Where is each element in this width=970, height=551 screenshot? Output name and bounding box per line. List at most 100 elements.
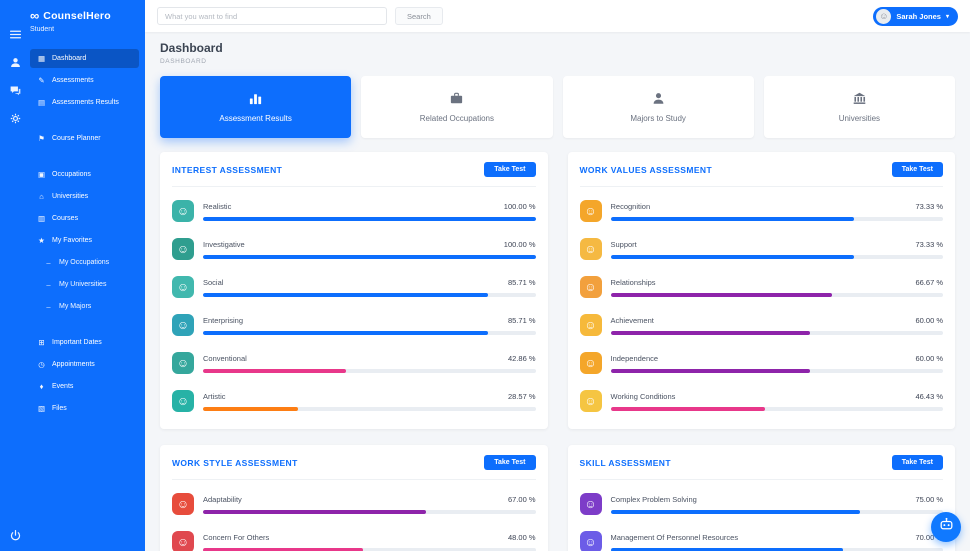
row-label: Working Conditions: [610, 392, 676, 401]
row-label: Concern For Others: [203, 533, 270, 542]
bar-chart-icon: [248, 91, 263, 108]
sidebar-item-my-occupations[interactable]: – My Occupations: [30, 253, 139, 272]
sidebar-item-courses[interactable]: ▥ Courses: [30, 209, 139, 228]
chatbot-fab-button[interactable]: [931, 512, 961, 542]
user-avatar: ☺: [876, 8, 892, 24]
row-value: 28.57 %: [507, 392, 536, 401]
sidebar-item-universities[interactable]: ⌂ Universities: [30, 187, 139, 206]
assessment-row: ☺ Social 85.71 %: [172, 269, 536, 307]
search-button[interactable]: Search: [395, 7, 443, 25]
row-label: Conventional: [203, 354, 247, 363]
assessment-row: ☺ Complex Problem Solving 75.00 %: [579, 486, 943, 524]
app-root: ∞ CounselHero Student ▦ Dashboard ✎ Asse…: [0, 0, 970, 551]
search-input[interactable]: [157, 7, 387, 25]
take-test-button[interactable]: Take Test: [484, 162, 536, 177]
topbar: Search ☺ Sarah Jones ▾: [145, 0, 970, 32]
logout-power-icon[interactable]: [9, 529, 22, 542]
row-value: 42.86 %: [507, 354, 536, 363]
star-icon: ★: [38, 236, 45, 245]
row-value: 100.00 %: [503, 240, 536, 249]
calendar-icon: ⊞: [38, 338, 45, 347]
assessment-row: ☺ Concern For Others 48.00 %: [172, 524, 536, 551]
row-avatar-icon: ☺: [172, 238, 194, 260]
assessment-row: ☺ Relationships 66.67 %: [579, 269, 943, 307]
tab-universities[interactable]: Universities: [763, 76, 955, 138]
assessment-row: ☺ Conventional 42.86 %: [172, 345, 536, 383]
row-avatar-icon: ☺: [579, 314, 602, 336]
sidebar-item-my-majors[interactable]: – My Majors: [30, 297, 139, 316]
assessment-row: ☺ Recognition 73.33 %: [579, 193, 943, 231]
progress-track: [203, 217, 536, 221]
tab-label: Assessment Results: [219, 114, 292, 123]
row-avatar-icon: ☺: [579, 493, 602, 515]
sidebar-item-my-favorites[interactable]: ★ My Favorites: [30, 231, 139, 250]
assessment-row: ☺ Working Conditions 46.43 %: [579, 383, 943, 421]
assessments-icon: ✎: [38, 76, 45, 85]
profile-icon[interactable]: [9, 56, 22, 69]
take-test-button[interactable]: Take Test: [484, 455, 536, 470]
row-label: Achievement: [610, 316, 654, 325]
course-planner-icon: ⚑: [38, 134, 45, 143]
tab-related-occupations[interactable]: Related Occupations: [361, 76, 553, 138]
sidebar-item-appointments[interactable]: ◷ Appointments: [30, 355, 139, 374]
skill-assessment-card: SKILL ASSESSMENT Take Test ☺ Complex Pro…: [567, 445, 955, 551]
tab-assessment-results[interactable]: Assessment Results: [160, 76, 352, 138]
progress-track: [203, 255, 536, 259]
progress-fill: [203, 293, 488, 297]
assessment-row: ☺ Support 73.33 %: [579, 231, 943, 269]
card-title: WORK VALUES ASSESSMENT: [579, 164, 713, 175]
card-title: SKILL ASSESSMENT: [579, 457, 671, 468]
assessment-row: ☺ Adaptability 67.00 %: [172, 486, 536, 524]
sidebar-item-course-planner[interactable]: ⚑ Course Planner: [30, 129, 139, 148]
menu-icon[interactable]: [9, 28, 22, 41]
sidebar-item-assessments[interactable]: ✎ Assessments: [30, 71, 139, 90]
progress-fill: [610, 293, 833, 297]
row-value: 67.00 %: [507, 495, 536, 504]
chat-icon[interactable]: [9, 84, 22, 97]
take-test-button[interactable]: Take Test: [891, 162, 943, 177]
universities-icon: ⌂: [39, 192, 44, 201]
sidebar-item-occupations[interactable]: ▣ Occupations: [30, 165, 139, 184]
user-menu[interactable]: ☺ Sarah Jones ▾: [873, 6, 958, 26]
sidebar-item-label: Dashboard: [52, 55, 87, 62]
chevron-down-icon: ▾: [945, 13, 949, 20]
user-name: Sarah Jones: [896, 11, 941, 21]
progress-fill: [610, 407, 765, 411]
row-value: 60.00 %: [915, 316, 943, 325]
sidebar-item-my-universities[interactable]: – My Universities: [30, 275, 139, 294]
row-label: Social: [203, 278, 224, 287]
progress-fill: [610, 255, 855, 259]
tab-majors-to-study[interactable]: Majors to Study: [562, 76, 754, 138]
sidebar-item-events[interactable]: ♦ Events: [30, 377, 139, 396]
assessment-row: ☺ Independence 60.00 %: [579, 345, 943, 383]
take-test-button[interactable]: Take Test: [891, 455, 943, 470]
progress-fill: [610, 510, 860, 514]
row-avatar-icon: ☺: [579, 352, 602, 374]
row-avatar-icon: ☺: [579, 200, 602, 222]
sidebar-item-label: Course Planner: [52, 135, 101, 142]
row-avatar-icon: ☺: [579, 390, 602, 412]
sidebar-item-label: Events: [52, 383, 74, 390]
row-avatar-icon: ☺: [172, 314, 194, 336]
row-avatar-icon: ☺: [579, 238, 602, 260]
row-value: 100.00 %: [503, 202, 536, 211]
brand[interactable]: ∞ CounselHero: [30, 9, 139, 26]
tab-label: Universities: [838, 114, 881, 123]
dash-icon: –: [46, 258, 51, 267]
row-avatar-icon: ☺: [172, 276, 194, 298]
sidebar-item-label: Important Dates: [52, 339, 102, 346]
sidebar-item-assessments-results[interactable]: ▤ Assessments Results: [30, 93, 139, 112]
brand-logo-icon: ∞: [30, 8, 40, 23]
sidebar-item-dashboard[interactable]: ▦ Dashboard: [30, 49, 139, 68]
settings-gear-icon[interactable]: [9, 112, 22, 125]
row-value: 85.71 %: [507, 316, 536, 325]
row-label: Relationships: [610, 278, 656, 287]
progress-fill: [610, 217, 855, 221]
assessment-row: ☺ Realistic 100.00 %: [172, 193, 536, 231]
progress-track: [203, 293, 536, 297]
sidebar-item-important-dates[interactable]: ⊞ Important Dates: [30, 333, 139, 352]
progress-track: [610, 255, 943, 259]
sidebar-item-files[interactable]: ▧ Files: [30, 399, 139, 418]
sidebar-item-label: Courses: [52, 215, 79, 222]
row-avatar-icon: ☺: [579, 531, 602, 551]
